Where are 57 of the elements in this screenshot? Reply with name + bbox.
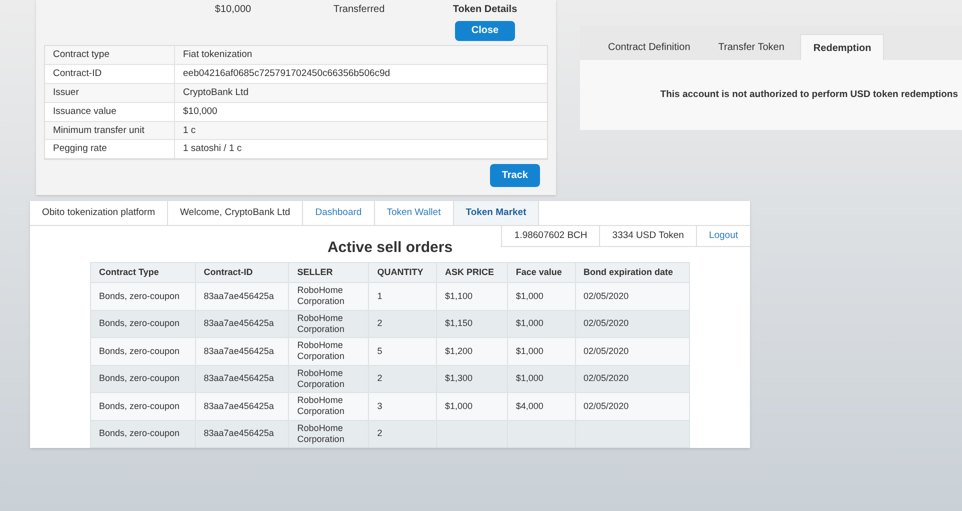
welcome-text: Welcome, CryptoBank Ltd <box>168 201 304 226</box>
column-header: Bond expiration date <box>575 262 690 282</box>
table-cell: 83aa7ae456425a <box>195 392 289 420</box>
column-header: Token Details <box>452 4 518 16</box>
track-button[interactable]: Track <box>490 164 540 188</box>
table-cell-text: $10,000 <box>214 4 252 16</box>
table-cell: Bonds, zero-coupon <box>90 338 196 365</box>
table-cell: 02/05/2020 <box>575 338 690 365</box>
table-cell: Bonds, zero-coupon <box>90 392 196 420</box>
table-cell: 83aa7ae456425a <box>195 282 289 310</box>
tab[interactable]: Contract Definition <box>596 34 702 60</box>
nav-link[interactable]: Token Market <box>454 201 540 226</box>
platform-name: Obito tokenization platform <box>30 201 168 226</box>
field-label: Pegging rate <box>45 140 175 158</box>
field-label: Contract type <box>45 46 175 64</box>
table-cell: RoboHome Corporation <box>288 338 369 365</box>
table-cell: 5 <box>368 338 436 365</box>
bch-balance: 1.98607602 BCH <box>502 226 600 246</box>
table-cell: $1,100 <box>436 282 508 310</box>
logout-link[interactable]: Logout <box>696 226 750 246</box>
table-cell: RoboHome Corporation <box>288 420 369 448</box>
field-value: Fiat tokenization <box>182 48 254 62</box>
field-value: CryptoBank Ltd <box>182 86 250 100</box>
table-cell: 83aa7ae456425a <box>195 338 289 365</box>
field-value: 1 satoshi / 1 c <box>182 142 243 156</box>
table-cell: Bonds, zero-coupon <box>90 420 196 448</box>
nav-link[interactable]: Dashboard <box>303 201 375 226</box>
field-label: Issuance value <box>45 102 175 120</box>
field-label: Issuer <box>45 84 175 102</box>
field-value: 1 c <box>182 124 197 138</box>
field-label: Contract-ID <box>45 64 175 83</box>
field-value: $10,000 <box>182 104 218 119</box>
tab[interactable]: Transfer Token <box>706 34 796 60</box>
table-cell: 02/05/2020 <box>575 392 690 420</box>
column-header: Contract-ID <box>195 262 289 282</box>
table-cell: $4,000 <box>507 392 576 420</box>
table-cell: 02/05/2020 <box>575 282 690 310</box>
section-title: Active sell orders <box>326 239 454 258</box>
table-cell-text: Transferred <box>332 4 386 16</box>
table-cell: RoboHome Corporation <box>288 392 369 420</box>
field-label: Minimum transfer unit <box>45 122 175 140</box>
table-cell: $1,000 <box>507 282 576 310</box>
table-cell: 2 <box>368 420 436 448</box>
tab[interactable]: Redemption <box>800 34 884 60</box>
close-button[interactable]: Close <box>455 20 515 41</box>
table-cell: RoboHome Corporation <box>288 282 369 310</box>
table-cell: $1,000 <box>507 338 576 365</box>
usd-token-balance: 3334 USD Token <box>600 226 697 246</box>
table-cell: $1,200 <box>436 338 508 365</box>
table-cell: 3 <box>368 392 436 420</box>
table-cell: 1 <box>368 282 436 310</box>
table-cell: $1,000 <box>436 392 508 420</box>
not-authorized-message: This account is not authorized to perform USD token redemptions <box>660 88 958 102</box>
field-value: eeb04216af0685c725791702450c66356b506c9d <box>182 66 392 81</box>
table-cell: 83aa7ae456425a <box>195 420 289 448</box>
table-cell: Bonds, zero-coupon <box>90 282 196 310</box>
column-header: Contract Type <box>90 262 196 282</box>
